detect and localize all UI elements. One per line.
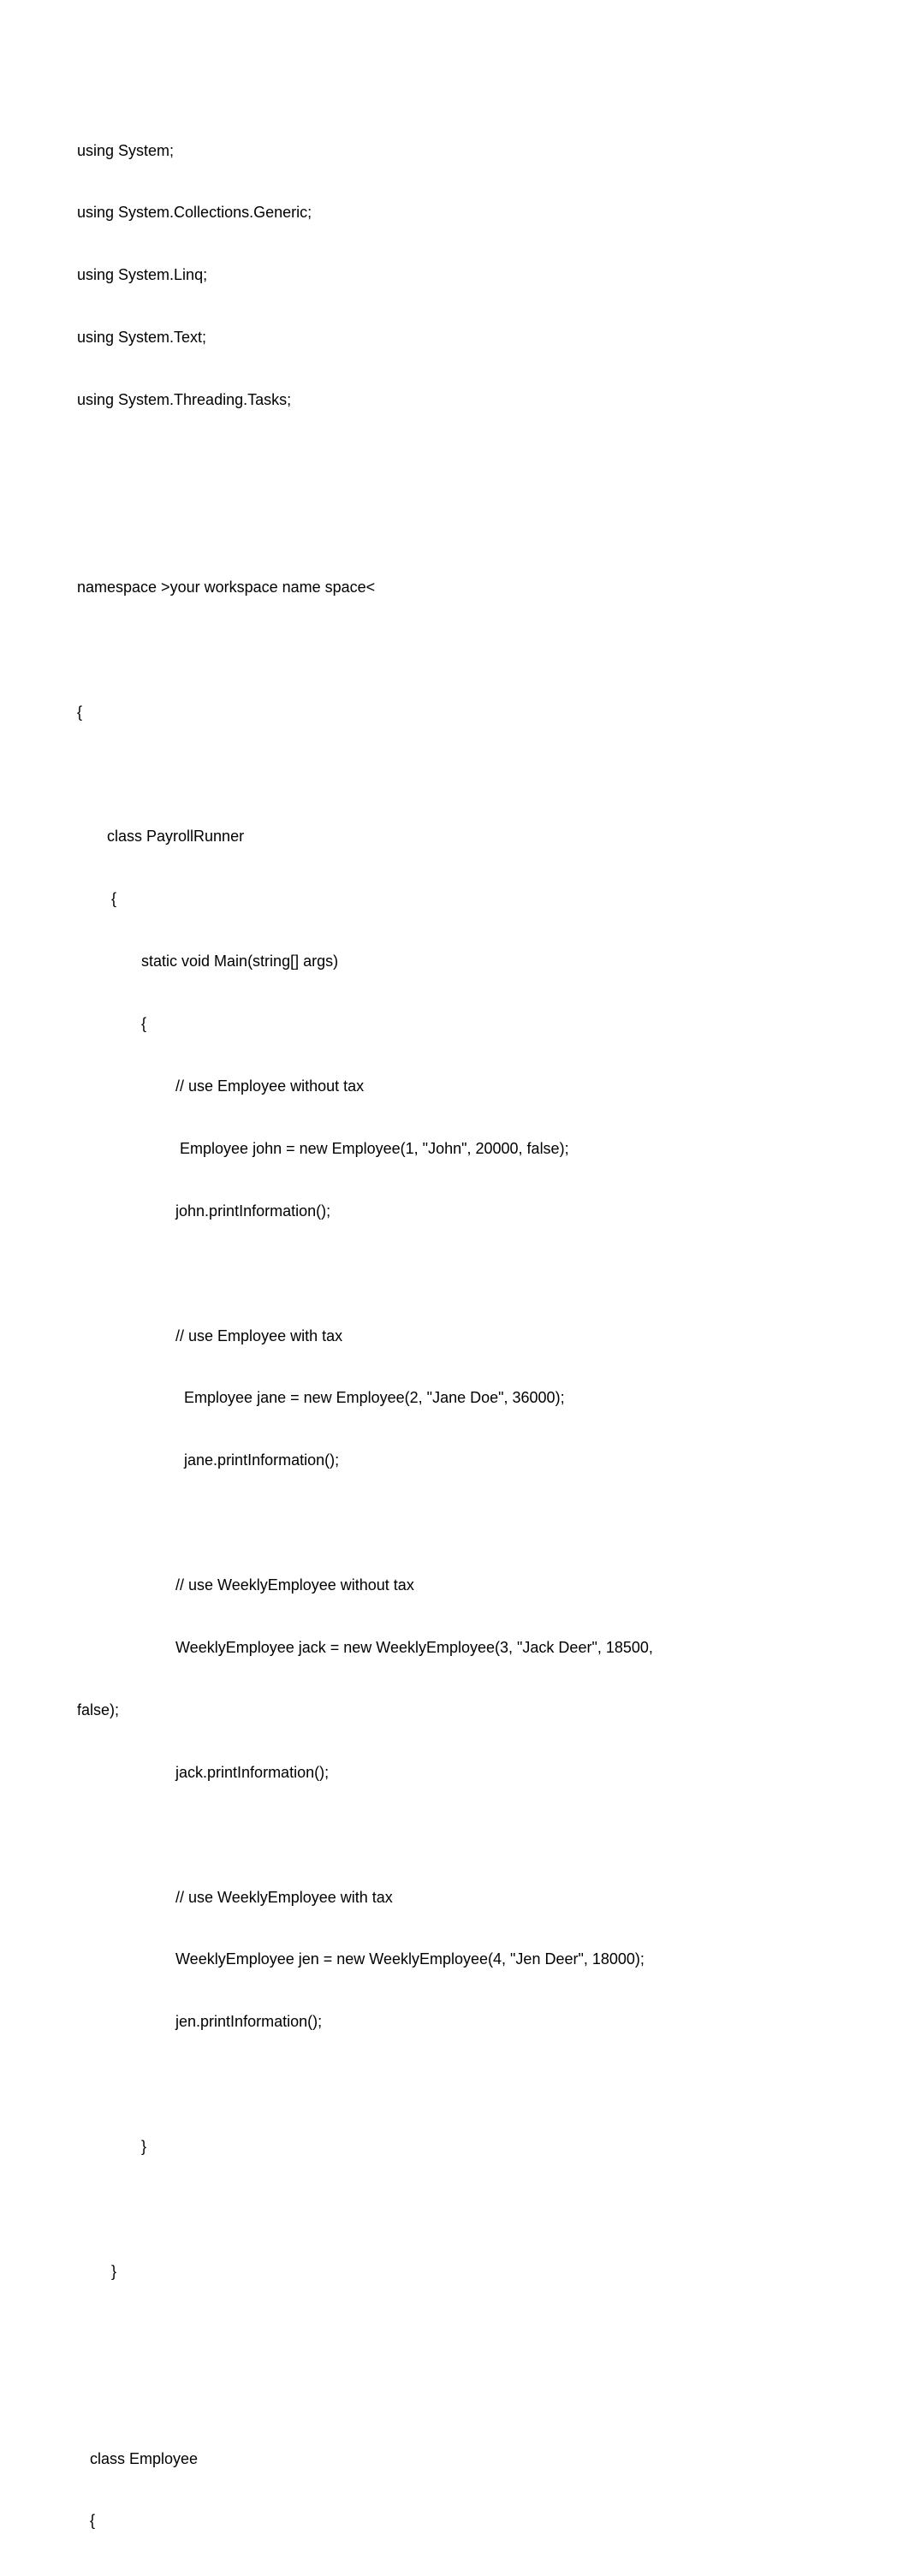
code-line: jack.printInformation(); [77, 1762, 832, 1783]
code-line: { [77, 1013, 832, 1034]
code-line: { [77, 2510, 832, 2531]
code-line: { [77, 888, 832, 909]
code-line: false); [77, 1700, 832, 1720]
code-line: namespace >your workspace name space< [77, 577, 832, 597]
code-line: using System.Threading.Tasks; [77, 389, 832, 410]
code-line: // use WeeklyEmployee with tax [77, 1887, 832, 1908]
code-line: jen.printInformation(); [77, 2011, 832, 2032]
code-line: } [77, 2261, 832, 2282]
code-line [77, 639, 832, 660]
code-line [77, 2199, 832, 2219]
code-line [77, 1263, 832, 1284]
code-line [77, 514, 832, 535]
code-line: class Employee [77, 2448, 832, 2469]
code-line [77, 1512, 832, 1533]
code-line: } [77, 2136, 832, 2157]
code-line: public int employeeID; [77, 2573, 832, 2576]
code-line: WeeklyEmployee jack = new WeeklyEmployee… [77, 1637, 832, 1658]
code-line [77, 764, 832, 785]
code-line: { [77, 702, 832, 722]
code-line: using System.Linq; [77, 264, 832, 285]
code-document: using System; using System.Collections.G… [77, 98, 832, 2576]
code-line: john.printInformation(); [77, 1201, 832, 1221]
code-line: // use Employee with tax [77, 1326, 832, 1346]
code-line: class PayrollRunner [77, 826, 832, 846]
code-line [77, 2386, 832, 2407]
code-line: Employee jane = new Employee(2, "Jane Do… [77, 1387, 832, 1408]
code-line: // use Employee without tax [77, 1076, 832, 1096]
code-line: using System.Collections.Generic; [77, 202, 832, 223]
code-line: using System; [77, 140, 832, 161]
code-line [77, 452, 832, 472]
code-line: // use WeeklyEmployee without tax [77, 1575, 832, 1595]
code-line [77, 2074, 832, 2094]
code-line: jane.printInformation(); [77, 1450, 832, 1470]
code-line: static void Main(string[] args) [77, 951, 832, 971]
code-line: Employee john = new Employee(1, "John", … [77, 1138, 832, 1159]
code-line: using System.Text; [77, 327, 832, 347]
code-line [77, 1825, 832, 1845]
code-line: WeeklyEmployee jen = new WeeklyEmployee(… [77, 1949, 832, 1969]
code-line [77, 2324, 832, 2344]
